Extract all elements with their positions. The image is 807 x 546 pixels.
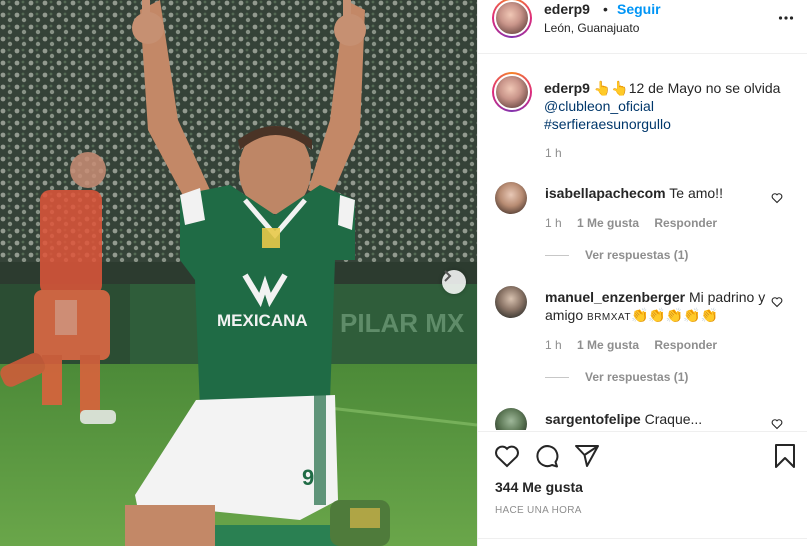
post-header: ederp9 • Seguir León, Guanajuato	[478, 0, 807, 54]
comment-like-button[interactable]	[771, 192, 783, 207]
share-icon	[575, 445, 599, 467]
commenter-avatar[interactable]	[495, 408, 527, 430]
comment-like-button[interactable]	[771, 296, 783, 311]
comment-small-caps: BRMXAT	[587, 312, 631, 323]
commenter-username[interactable]: sargentofelipe	[545, 411, 641, 427]
author-avatar[interactable]	[492, 0, 532, 38]
comment-meta: 1 h 1 Me gusta Responder	[545, 338, 729, 352]
heart-icon	[771, 419, 783, 430]
location-link[interactable]: León, Guanajuato	[544, 21, 639, 35]
caption-time[interactable]: 1 h	[545, 146, 562, 160]
more-options-button[interactable]	[778, 10, 794, 29]
comment-likes[interactable]: 1 Me gusta	[577, 216, 639, 230]
caption-hashtag[interactable]: #serfieraesunorgullo	[544, 116, 671, 132]
svg-text:PILAR MX: PILAR MX	[340, 308, 465, 338]
heart-icon	[771, 297, 783, 308]
commenter-username[interactable]: isabellapachecom	[545, 185, 666, 201]
comment-icon	[536, 445, 559, 468]
heart-icon	[771, 193, 783, 204]
caption-mention[interactable]: @clubleon_oficial	[544, 98, 654, 114]
bookmark-icon	[775, 444, 795, 468]
heart-icon	[495, 445, 519, 468]
view-replies-label: Ver respuestas (1)	[585, 370, 689, 384]
like-button[interactable]	[494, 444, 520, 471]
post-actions: 344 Me gusta HACE UNA HORA	[478, 431, 807, 546]
jersey-sponsor-text: MEXICANA	[217, 311, 308, 330]
reply-button[interactable]: Responder	[654, 216, 717, 230]
more-options-icon	[778, 16, 794, 20]
caption-username[interactable]: ederp9	[544, 80, 590, 96]
post-caption: ederp9 👆👆12 de Mayo no se olvida @cluble…	[544, 79, 794, 133]
post-image: PILAR MX MEXICANA 9	[0, 0, 477, 546]
separator-dot: •	[603, 1, 608, 17]
next-photo-button[interactable]	[442, 270, 466, 294]
post-photo[interactable]: PILAR MX MEXICANA 9	[0, 0, 477, 546]
view-replies-button[interactable]: Ver respuestas (1)	[545, 370, 688, 384]
chevron-right-icon	[444, 270, 452, 282]
share-button[interactable]	[574, 444, 600, 471]
comment-text: sargentofelipe Craque...	[545, 410, 777, 428]
post-timestamp[interactable]: HACE UNA HORA	[495, 505, 582, 516]
view-replies-label: Ver respuestas (1)	[585, 248, 689, 262]
commenter-avatar[interactable]	[495, 286, 527, 318]
comment-meta: 1 h 1 Me gusta Responder	[545, 216, 729, 230]
save-button[interactable]	[774, 444, 796, 471]
commenter-avatar[interactable]	[495, 182, 527, 214]
post-side-panel: ederp9 • Seguir León, Guanajuato ederp9 …	[477, 0, 807, 546]
likes-count[interactable]: 344 Me gusta	[495, 479, 583, 495]
shorts-number: 9	[302, 465, 314, 490]
comment-text: isabellapachecom Te amo!!	[545, 184, 777, 202]
caption-emoji: 👆👆	[593, 80, 629, 96]
comment-message: Te amo!!	[669, 185, 723, 201]
comment-text: manuel_enzenberger Mi padrino y amigo BR…	[545, 288, 777, 327]
comment-emoji: 👏👏👏👏👏	[630, 307, 719, 323]
comments-list[interactable]: ederp9 👆👆12 de Mayo no se olvida @cluble…	[478, 55, 807, 430]
author-username[interactable]: ederp9	[544, 1, 590, 17]
comment-likes[interactable]: 1 Me gusta	[577, 338, 639, 352]
caption-author-avatar[interactable]	[492, 72, 532, 112]
reply-button[interactable]: Responder	[654, 338, 717, 352]
comment-button[interactable]	[534, 444, 560, 471]
divider	[478, 538, 807, 539]
comment-time[interactable]: 1 h	[545, 338, 562, 352]
comment-message: Craque...	[644, 411, 703, 427]
follow-button[interactable]: Seguir	[617, 1, 661, 17]
caption-text: 12 de Mayo no se olvida	[628, 80, 781, 96]
comment-like-button[interactable]	[771, 418, 783, 430]
comment-time[interactable]: 1 h	[545, 216, 562, 230]
view-replies-button[interactable]: Ver respuestas (1)	[545, 248, 688, 262]
commenter-username[interactable]: manuel_enzenberger	[545, 289, 685, 305]
